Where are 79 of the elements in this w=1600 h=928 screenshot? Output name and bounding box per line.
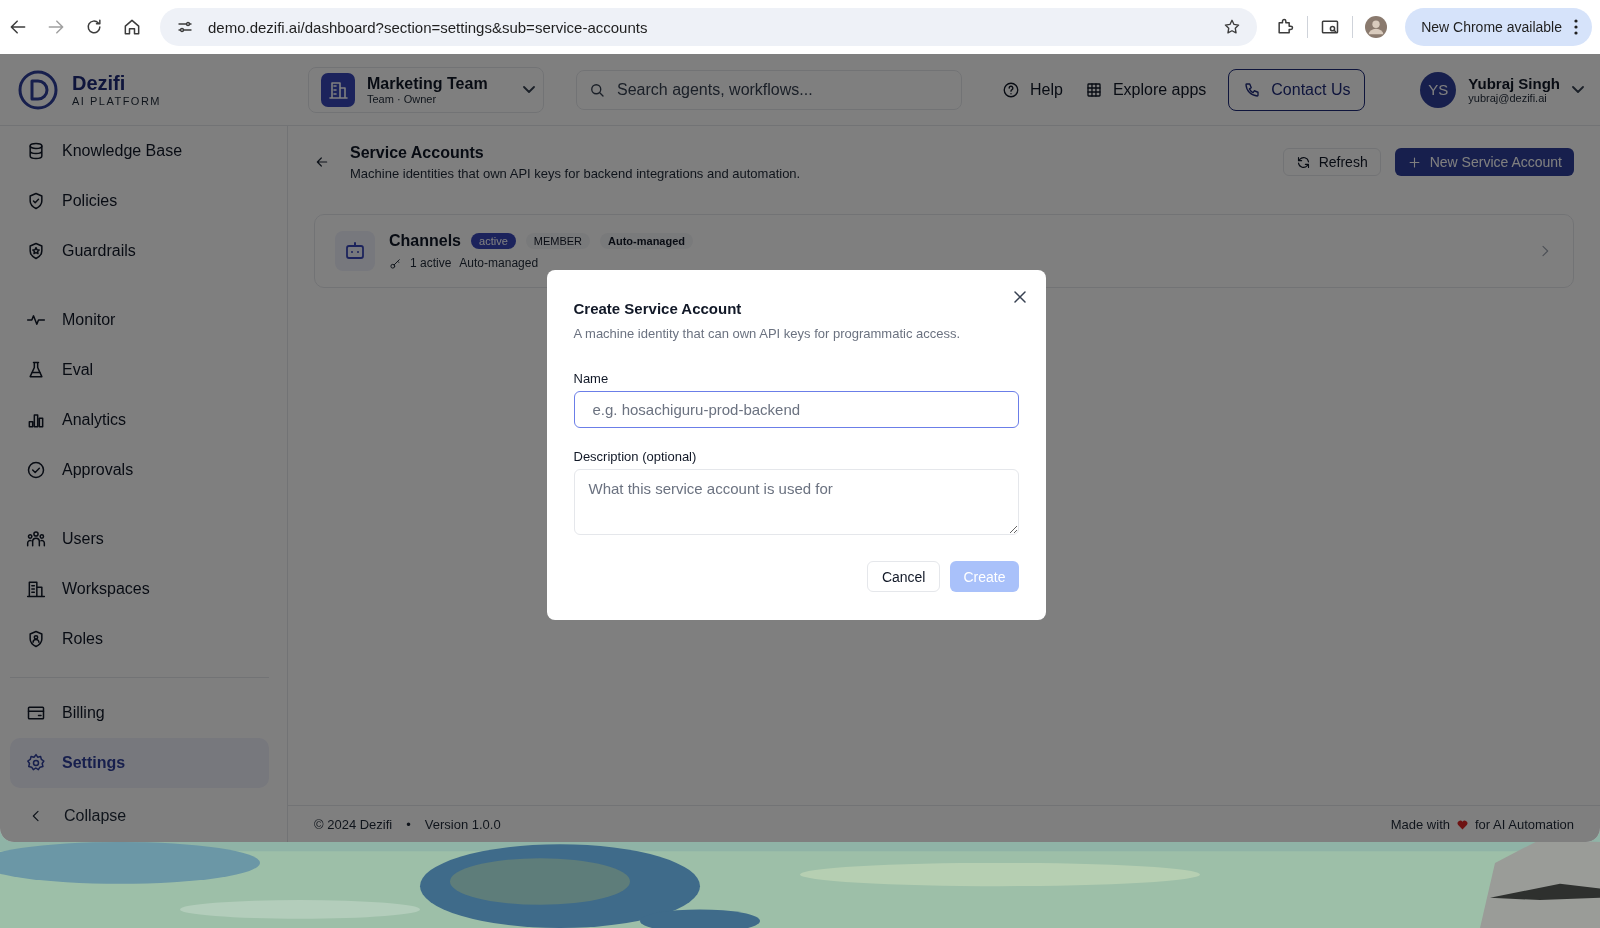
dialog-description: A machine identity that can own API keys for programmatic access.: [573, 326, 962, 341]
extensions-icon[interactable]: [1275, 17, 1296, 37]
bookmark-star-icon[interactable]: [1223, 18, 1242, 36]
database-icon: [26, 141, 46, 161]
help-icon: [1002, 80, 1020, 99]
sidebar-item[interactable]: Approvals: [10, 445, 269, 495]
account-detail: Auto-managed: [459, 256, 539, 270]
separator-dot: •: [406, 816, 411, 832]
team-name: Marketing Team: [367, 74, 489, 93]
key-icon: [389, 256, 402, 270]
settings-icon: [26, 753, 46, 773]
refresh-icon: [1295, 154, 1311, 170]
account-badge: active: [471, 233, 516, 249]
check-circle-icon: [26, 460, 46, 480]
sidebar-item[interactable]: Eval: [10, 345, 269, 395]
plus-icon: [1406, 154, 1422, 170]
description-text-area[interactable]: What this service account is used for: [573, 469, 1019, 535]
refresh-button[interactable]: Refresh: [1282, 148, 1381, 176]
sidebar-item[interactable]: Monitor: [10, 295, 269, 345]
shield-check-icon: [26, 191, 46, 211]
field-label: Name: [573, 371, 610, 386]
robot-icon: [335, 231, 375, 271]
sidebar-item[interactable]: Users: [10, 514, 269, 564]
sidebar-item[interactable]: Roles: [10, 614, 269, 664]
chevron-down-icon: [523, 86, 535, 93]
home-icon[interactable]: [122, 17, 142, 37]
help-link[interactable]: Help: [1002, 80, 1063, 99]
brand-subtitle: AI PLATFORM: [72, 95, 162, 107]
account-badge: Auto-managed: [600, 233, 694, 249]
user-email: yubraj@dezifi.ai: [1468, 92, 1548, 104]
account-badge: MEMBER: [525, 233, 591, 249]
page-subtitle: Machine identities that own API keys for backend integrations and automation.: [350, 165, 802, 181]
brand-name: Dezifi: [72, 72, 127, 95]
users-icon: [26, 529, 46, 549]
sidebar-item[interactable]: Knowledge Base: [10, 126, 269, 176]
page-title: Service Accounts: [350, 143, 485, 162]
collapse-button[interactable]: Collapse: [10, 794, 269, 838]
new-service-account-button[interactable]: New Service Account: [1394, 148, 1574, 176]
sidebar-item[interactable]: Settings: [10, 738, 269, 788]
building-icon: [321, 72, 355, 107]
account-name: Channels: [389, 232, 461, 250]
tagline-text: for AI Automation: [1475, 816, 1574, 832]
shield-star-icon: [26, 241, 46, 261]
sidebar-item[interactable]: Policies: [10, 176, 269, 226]
version-text: Version 1.0.0: [424, 816, 501, 832]
back-arrow-icon[interactable]: [314, 154, 330, 170]
profile-avatar-icon[interactable]: [1365, 16, 1388, 38]
tab-search-icon[interactable]: [1320, 17, 1341, 37]
team-selector[interactable]: Marketing Team Team · Owner: [308, 66, 544, 113]
made-with-text: Made with: [1390, 816, 1450, 832]
building-icon: [26, 579, 46, 599]
shield-user-icon: [26, 629, 46, 649]
url-text: demo.dezifi.ai/dashboard?section=settings&sub=service-accounts: [208, 18, 649, 36]
sidebar-item[interactable]: Analytics: [10, 395, 269, 445]
sidebar-item[interactable]: Guardrails: [10, 226, 269, 276]
field-label: Description (optional): [573, 449, 698, 464]
name-input-field[interactable]: e.g. hosachiguru-prod-backend: [573, 391, 1019, 428]
search-field[interactable]: Search agents, workflows...: [576, 69, 962, 110]
flask-icon: [26, 360, 46, 380]
dialog-title: Create Service Account: [573, 300, 743, 317]
cancel-button[interactable]: Cancel: [866, 561, 941, 592]
user-name: Yubraj Singh: [1468, 75, 1560, 92]
sidebar-item[interactable]: Workspaces: [10, 564, 269, 614]
logo-icon: [18, 69, 58, 110]
chevron-down-icon: [1572, 86, 1584, 93]
user-avatar: YS: [1420, 71, 1457, 108]
address-bar[interactable]: demo.dezifi.ai/dashboard?section=settings&sub=service-accounts: [160, 8, 1258, 46]
explore-apps-link[interactable]: Explore apps: [1084, 80, 1207, 99]
more-icon: [1574, 19, 1578, 35]
sidebar-item[interactable]: Billing: [10, 688, 269, 738]
copyright-text: © 2024 Dezifi: [314, 816, 393, 832]
active-keys-count: 1 active: [410, 256, 452, 270]
team-role: Team · Owner: [367, 92, 438, 105]
update-chrome-button[interactable]: New Chrome available: [1405, 8, 1592, 46]
grid-icon: [1084, 80, 1103, 99]
phone-icon: [1243, 80, 1262, 99]
card-icon: [26, 703, 46, 723]
user-menu[interactable]: YS Yubraj Singh yubraj@dezifi.ai: [1420, 71, 1588, 108]
contact-us-button[interactable]: Contact Us: [1228, 68, 1366, 111]
